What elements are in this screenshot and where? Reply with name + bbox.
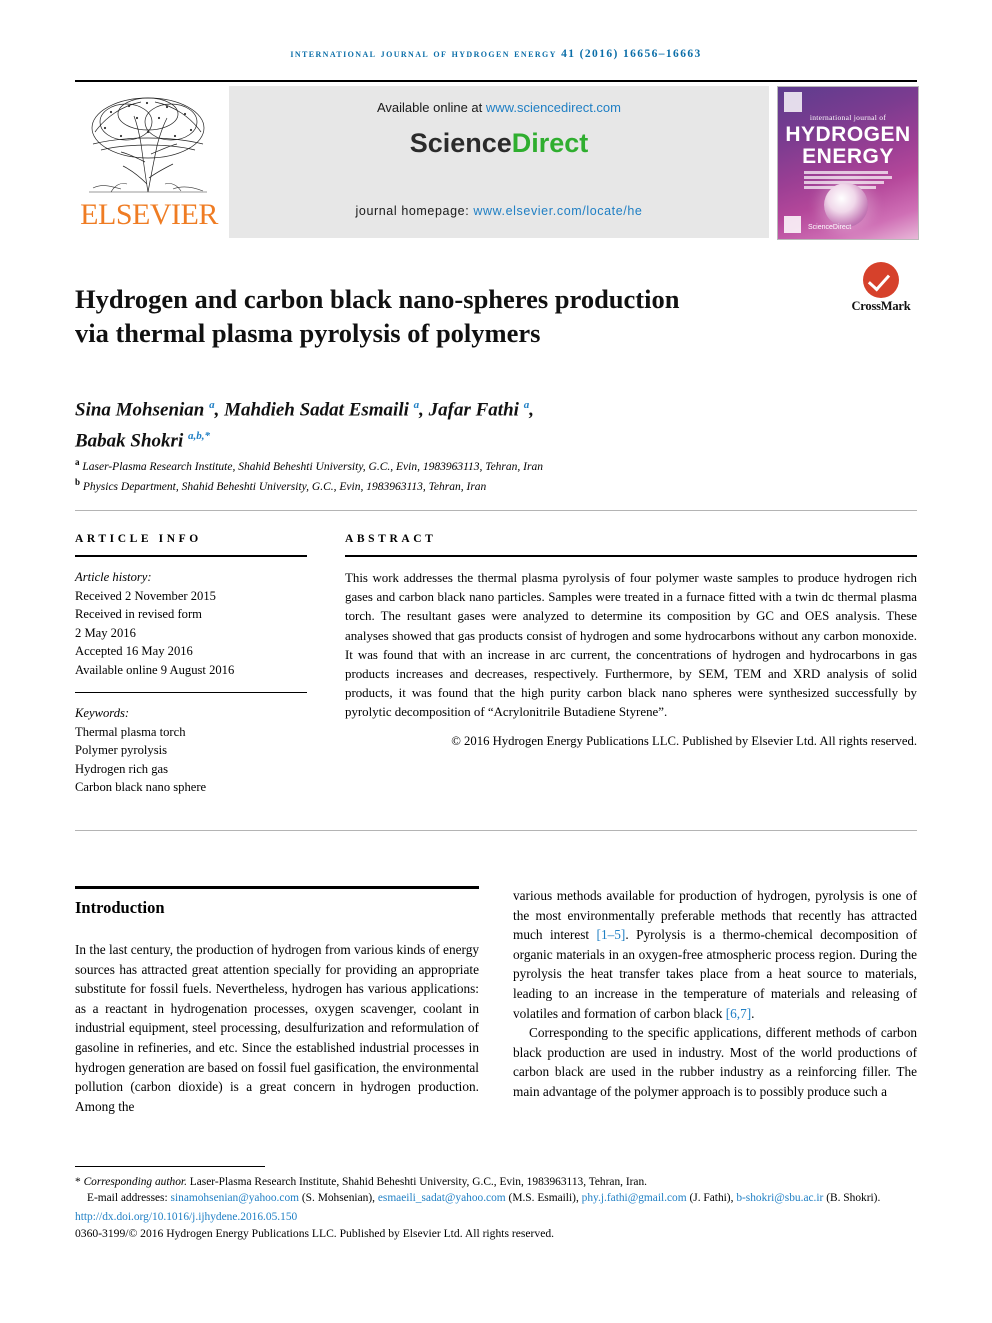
article-page: INTERNATIONAL JOURNAL OF HYDROGEN ENERGY… (0, 0, 992, 1323)
journal-homepage-link[interactable]: www.elsevier.com/locate/he (473, 204, 642, 218)
citation-ref-6-7[interactable]: [6,7] (726, 1006, 751, 1021)
email-person-mohsenian: (S. Mohsenian) (301, 1192, 373, 1205)
running-head: INTERNATIONAL JOURNAL OF HYDROGEN ENERGY… (290, 48, 702, 60)
email-link-shokri[interactable]: b-shokri@sbu.ac.ir (736, 1192, 823, 1204)
intro-right-text-c: . (751, 1005, 755, 1021)
cover-orb-graphic (824, 183, 868, 227)
abstract-copyright: © 2016 Hydrogen Energy Publications LLC.… (451, 733, 917, 748)
cover-society-mark-icon (784, 216, 801, 233)
elsevier-logo: ELSEVIER (75, 86, 221, 238)
page-title: Hydrogen and carbon black nano-spheres p… (75, 283, 680, 348)
affiliation-a-text: Laser-Plasma Research Institute, Shahid … (79, 460, 543, 473)
elsevier-wordmark: ELSEVIER (80, 198, 218, 231)
crossmark-label: CrossMark (851, 299, 911, 313)
introduction-paragraph-right-2: Corresponding to the specific applicatio… (513, 1025, 917, 1099)
sciencedirect-logo-direct: Direct (511, 128, 589, 158)
article-history-item: Received in revised form (75, 607, 202, 621)
cover-elsevier-mark-icon (784, 92, 802, 112)
body-column-left: In the last century, the production of h… (75, 940, 479, 1116)
email-link-fathi[interactable]: phy.j.fathi@gmail.com (582, 1192, 687, 1204)
keyword-item: Carbon black nano sphere (75, 780, 207, 794)
abstract-heading: ABSTRACT (345, 533, 437, 545)
affiliation-a: a Laser-Plasma Research Institute, Shahi… (75, 455, 835, 475)
body-column-right: various methods available for production… (513, 886, 917, 1102)
journal-cover-thumbnail[interactable]: international journal of HYDROGEN ENERGY… (777, 86, 919, 240)
sciencedirect-link[interactable]: www.sciencedirect.com (486, 100, 621, 115)
article-info-heading: ARTICLE INFO (75, 533, 202, 545)
crossmark-badge[interactable]: CrossMark (843, 262, 919, 314)
cover-superline: international journal of (809, 113, 887, 122)
citation-ref-1-5[interactable]: [1–5] (597, 927, 626, 942)
keyword-item: Hydrogen rich gas (75, 761, 169, 776)
affiliation-b-text: Physics Department, Shahid Beheshti Univ… (80, 481, 487, 494)
article-history-item: Received 2 November 2015 (75, 588, 216, 603)
available-online-label: Available online at (376, 100, 486, 115)
author-4: Babak Shokri (75, 430, 188, 452)
email-person-esmaili: (M.S. Esmaili) (508, 1192, 576, 1205)
author-separator-2: , Jafar Fathi (419, 399, 524, 421)
keyword-item: Polymer pyrolysis (75, 743, 168, 757)
corresponding-author-address: Laser-Plasma Research Institute, Shahid … (186, 1176, 648, 1188)
article-history-label: Article history: (75, 570, 152, 584)
keywords-label: Keywords: (75, 706, 130, 720)
info-section-top-divider (75, 510, 917, 511)
page-footer: * Corresponding author. Laser-Plasma Res… (75, 1174, 920, 1243)
author-list: Sina Mohsenian a, Mahdieh Sadat Esmaili … (75, 392, 775, 455)
corresponding-author-label: Corresponding author. (83, 1176, 187, 1188)
introduction-rule (75, 886, 479, 889)
email-person-shokri: (B. Shokri) (826, 1192, 878, 1205)
corresponding-author-marker: * (75, 1176, 81, 1188)
abstract-body: This work addresses the thermal plasma p… (345, 571, 917, 720)
email-addresses-label: E-mail addresses: (87, 1192, 168, 1205)
article-history-item: 2 May 2016 (75, 625, 136, 640)
article-history-item: Available online 9 August 2016 (75, 662, 235, 677)
cover-title-line1: HYDROGEN (785, 123, 911, 146)
article-info-column: ARTICLE INFO Article history: Received 2… (75, 533, 307, 797)
corresponding-author-note: * Corresponding author. Laser-Plasma Res… (75, 1174, 920, 1190)
introduction-paragraph-left: In the last century, the production of h… (75, 942, 479, 1114)
author-separator-1: , Mahdieh Sadat Esmaili (214, 399, 414, 421)
author-separator-3: , (529, 399, 534, 421)
sciencedirect-logo-science: Science (409, 128, 512, 158)
email-addresses-note: E-mail addresses: sinamohsenian@yahoo.co… (87, 1192, 881, 1205)
elsevier-tree-icon (89, 97, 207, 193)
journal-homepage-line: journal homepage: www.elsevier.com/locat… (229, 204, 769, 218)
affiliation-b: b Physics Department, Shahid Beheshti Un… (75, 475, 835, 495)
issn-copyright-line: 0360-3199/© 2016 Hydrogen Energy Publica… (75, 1227, 555, 1241)
keyword-item: Thermal plasma torch (75, 724, 186, 739)
email-link-mohsenian[interactable]: sinamohsenian@yahoo.com (171, 1192, 299, 1204)
affiliations: a Laser-Plasma Research Institute, Shahi… (75, 455, 835, 496)
info-section-bottom-divider (75, 830, 917, 831)
cover-footer-text: ScienceDirect (808, 224, 852, 231)
keywords-rule (75, 692, 307, 693)
author-1: Sina Mohsenian (75, 399, 210, 421)
abstract-rule (345, 555, 917, 557)
sciencedirect-logo[interactable]: ScienceDirect (229, 128, 769, 159)
crossmark-check-icon (863, 262, 899, 298)
email-link-esmaili[interactable]: esmaeili_sadat@yahoo.com (378, 1192, 506, 1204)
article-info-rule (75, 555, 307, 557)
footnote-divider (75, 1166, 265, 1167)
email-person-fathi: (J. Fathi) (689, 1192, 731, 1205)
cover-title-line2: ENERGY (802, 145, 894, 168)
introduction-paragraph-right-1: various methods available for production… (513, 886, 917, 1023)
journal-banner: ELSEVIER Available online at www.science… (75, 86, 919, 240)
keywords-block: Keywords: Thermal plasma torch Polymer p… (75, 704, 307, 797)
article-history-block: Article history: Received 2 November 201… (75, 568, 307, 679)
article-history-item: Accepted 16 May 2016 (75, 644, 193, 658)
introduction-heading: Introduction (75, 898, 165, 917)
abstract-column: ABSTRACT This work addresses the thermal… (345, 533, 917, 751)
available-online-line: Available online at www.sciencedirect.co… (229, 100, 769, 115)
author-4-affiliation-marker[interactable]: a,b,* (188, 430, 210, 442)
journal-homepage-label: journal homepage: (355, 204, 474, 218)
header-divider (75, 80, 917, 82)
sciencedirect-panel: Available online at www.sciencedirect.co… (229, 86, 769, 238)
doi-link[interactable]: http://dx.doi.org/10.1016/j.ijhydene.201… (75, 1209, 920, 1225)
